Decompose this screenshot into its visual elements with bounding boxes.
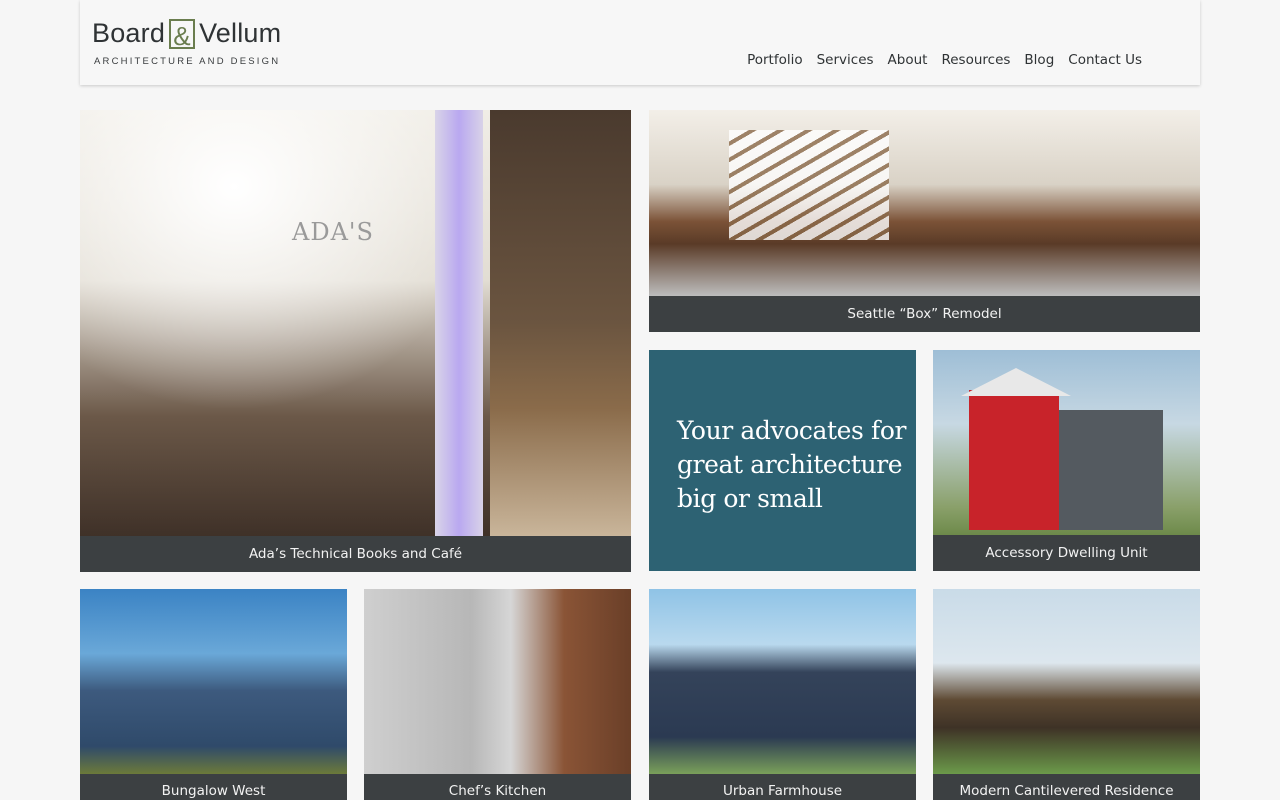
- advocates-text: Your advocates for great architecture bi…: [677, 416, 907, 513]
- project-caption: Ada’s Technical Books and Café: [80, 536, 631, 572]
- house-red-wing: [969, 390, 1059, 530]
- project-tile-adas[interactable]: ADA'S Ada’s Technical Books and Café: [80, 110, 631, 572]
- project-caption: Chef’s Kitchen: [364, 774, 631, 800]
- logo-tagline: ARCHITECTURE AND DESIGN: [94, 56, 281, 67]
- project-tile-adu[interactable]: Accessory Dwelling Unit: [933, 350, 1200, 571]
- project-caption: Bungalow West: [80, 774, 347, 800]
- nav-blog[interactable]: Blog: [1024, 52, 1054, 68]
- project-photo: [80, 589, 347, 774]
- project-photo: [933, 350, 1200, 535]
- project-photo: [649, 589, 916, 774]
- logo-ampersand: &: [169, 19, 196, 51]
- project-caption: Seattle “Box” Remodel: [649, 296, 1200, 332]
- project-photo: [364, 589, 631, 774]
- project-photo: ADA'S: [80, 110, 631, 536]
- nav-about[interactable]: About: [888, 52, 928, 68]
- project-tile-modern-cantilevered[interactable]: Modern Cantilevered Residence: [933, 589, 1200, 800]
- adas-wall-sign: ADA'S: [292, 218, 374, 246]
- project-caption: Urban Farmhouse: [649, 774, 916, 800]
- project-tile-chefs-kitchen[interactable]: Chef’s Kitchen: [364, 589, 631, 800]
- nav-services[interactable]: Services: [817, 52, 874, 68]
- house-roof: [961, 368, 1071, 396]
- project-caption: Modern Cantilevered Residence: [933, 774, 1200, 800]
- project-tile-seattle-box[interactable]: Seattle “Box” Remodel: [649, 110, 1200, 332]
- project-tile-bungalow-west[interactable]: Bungalow West: [80, 589, 347, 800]
- logo-wordmark: Board & Vellum: [92, 18, 282, 51]
- house-grey-wing: [1053, 410, 1163, 530]
- project-caption: Accessory Dwelling Unit: [933, 535, 1200, 571]
- logo-word-vellum: Vellum: [199, 18, 282, 48]
- bookshelf: [490, 110, 631, 536]
- logo-word-board: Board: [92, 18, 166, 48]
- project-photo: [649, 110, 1200, 296]
- site-logo[interactable]: Board & Vellum ARCHITECTURE AND DESIGN: [92, 18, 302, 70]
- advocates-banner: Your advocates for great architecture bi…: [649, 350, 916, 571]
- site-header: Board & Vellum ARCHITECTURE AND DESIGN Por…: [80, 0, 1200, 85]
- staircase: [729, 130, 889, 240]
- nav-contact-us[interactable]: Contact Us: [1068, 52, 1142, 68]
- nav-resources[interactable]: Resources: [941, 52, 1010, 68]
- lit-column: [435, 110, 483, 536]
- project-tile-urban-farmhouse[interactable]: Urban Farmhouse: [649, 589, 916, 800]
- nav-portfolio[interactable]: Portfolio: [747, 52, 803, 68]
- project-photo: [933, 589, 1200, 774]
- main-nav: Portfolio Services About Resources Blog …: [747, 52, 1142, 68]
